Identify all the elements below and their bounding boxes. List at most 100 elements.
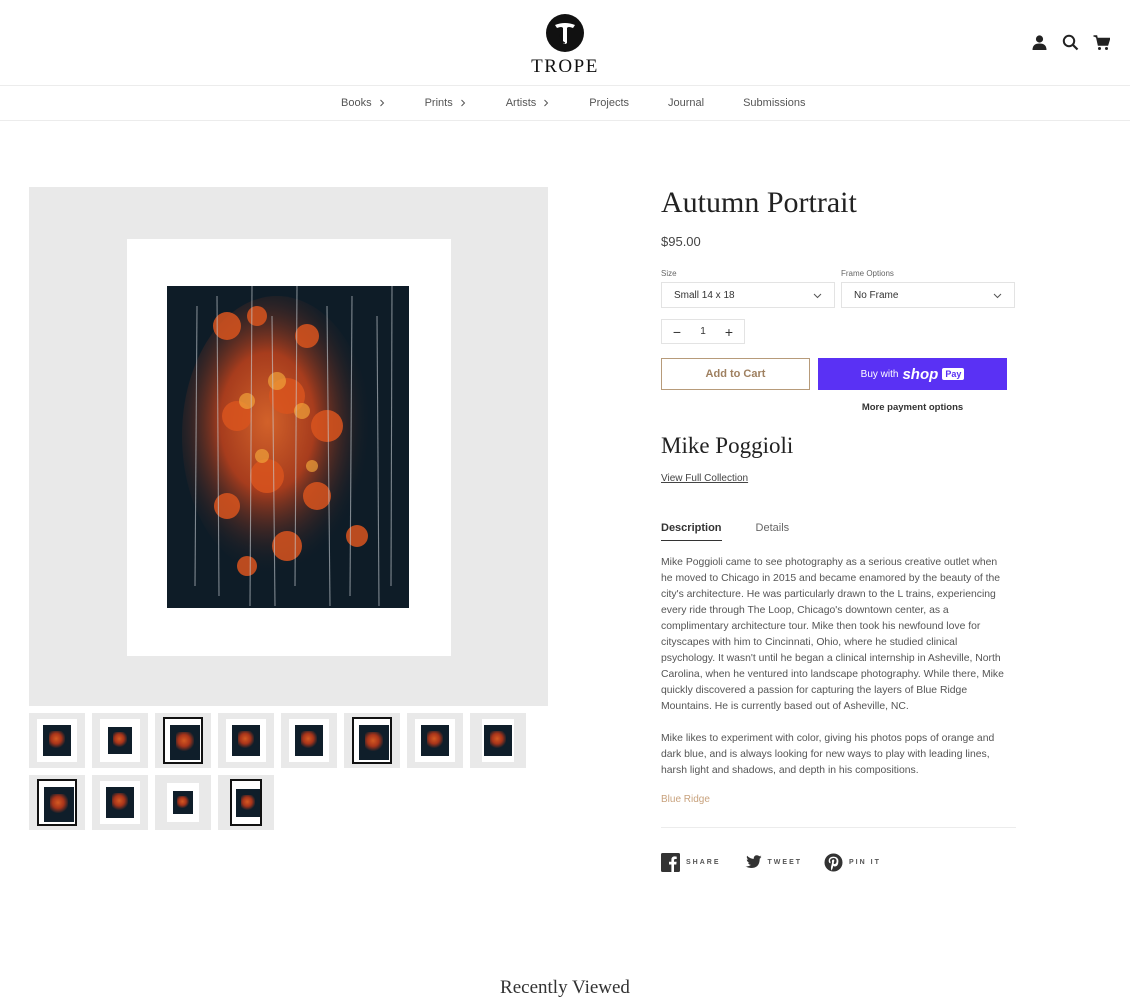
- share-row: SHARE TWEET PIN IT: [661, 853, 1016, 872]
- gallery-thumbnail[interactable]: [92, 775, 148, 830]
- thumbnail-photo: [108, 727, 132, 754]
- main-nav: Books Prints Artists Projects Journal Submiss…: [0, 87, 1130, 121]
- share-facebook-button[interactable]: SHARE: [661, 853, 721, 872]
- thumbnail-photo: [43, 725, 71, 756]
- product-description: Mike Poggioli came to see photography as…: [661, 555, 1006, 779]
- thumbnail-photo: [236, 789, 260, 817]
- thumbnail-photo: [173, 791, 193, 814]
- thumbnail-photo: [170, 725, 200, 760]
- share-pinterest-button[interactable]: PIN IT: [824, 853, 881, 872]
- thumbnail-mat: [352, 717, 392, 764]
- nav-item-journal[interactable]: Journal: [668, 97, 704, 109]
- increase-quantity-button[interactable]: +: [722, 324, 736, 340]
- header-icons: [1031, 34, 1110, 51]
- nav-item-label: Journal: [668, 97, 705, 109]
- size-value: Small 14 x 18: [674, 289, 735, 301]
- chevron-down-icon: [993, 293, 1002, 298]
- thumbnail-mat: [37, 719, 77, 762]
- chevron-right-icon: [544, 99, 549, 107]
- search-icon[interactable]: [1062, 34, 1079, 51]
- frame-value: No Frame: [854, 289, 899, 301]
- quantity-stepper: − 1 +: [661, 319, 745, 344]
- shop-pay-prefix: Buy with: [860, 368, 899, 380]
- gallery-thumbnail[interactable]: [344, 713, 400, 768]
- product-tabs: Description Details: [661, 522, 1016, 541]
- share-label: PIN IT: [849, 859, 881, 866]
- thumbnail-mat: [226, 719, 266, 762]
- thumbnail-photo: [484, 725, 512, 756]
- size-label: Size: [661, 269, 677, 278]
- nav-item-prints[interactable]: Prints: [425, 97, 467, 109]
- recently-viewed-heading: Recently Viewed: [500, 977, 630, 998]
- gallery-thumbnail[interactable]: [155, 775, 211, 830]
- main-product-image[interactable]: [29, 187, 548, 706]
- chevron-right-icon: [460, 99, 465, 107]
- site-logo[interactable]: TROPE: [531, 14, 599, 78]
- gallery-thumbnail[interactable]: [29, 713, 85, 768]
- size-option: Size Small 14 x 18: [661, 269, 835, 308]
- thumbnail-mat: [100, 719, 140, 762]
- logo-text: TROPE: [531, 56, 599, 77]
- facebook-icon: [661, 853, 680, 872]
- share-label: TWEET: [767, 859, 803, 866]
- description-paragraph: Mike Poggioli came to see photography as…: [661, 557, 1004, 712]
- thumbnail-mat: [482, 719, 514, 762]
- twitter-icon: [745, 855, 762, 868]
- gallery-thumbnail[interactable]: [470, 713, 526, 768]
- site-header: TROPE: [0, 0, 1130, 86]
- gallery-thumbnail[interactable]: [29, 775, 85, 830]
- thumbnail-photo: [106, 787, 134, 818]
- share-twitter-button[interactable]: TWEET: [743, 853, 803, 872]
- thumbnail-mat: [163, 717, 203, 764]
- account-icon[interactable]: [1031, 34, 1048, 51]
- nav-item-projects[interactable]: Projects: [589, 97, 629, 109]
- thumbnail-mat: [415, 719, 455, 762]
- nav-item-label: Artists: [505, 97, 537, 109]
- add-to-cart-button[interactable]: Add to Cart: [661, 358, 810, 390]
- tab-description[interactable]: Description: [661, 522, 722, 541]
- nav-item-books[interactable]: Books: [341, 97, 386, 109]
- tab-details[interactable]: Details: [756, 522, 790, 541]
- gallery-thumbnail[interactable]: [407, 713, 463, 768]
- decrease-quantity-button[interactable]: −: [670, 324, 684, 340]
- more-payment-options-link[interactable]: More payment options: [818, 402, 1007, 413]
- share-label: SHARE: [686, 859, 721, 866]
- thumbnail-photo: [359, 725, 389, 760]
- quantity-value[interactable]: 1: [700, 326, 706, 337]
- gallery-thumbnail[interactable]: [155, 713, 211, 768]
- cart-icon[interactable]: [1093, 34, 1110, 51]
- gallery-thumbnail[interactable]: [281, 713, 337, 768]
- gallery-thumbnail[interactable]: [218, 713, 274, 768]
- options-row: Size Small 14 x 18 Frame Options No Fram…: [661, 269, 1016, 308]
- frame-label: Frame Options: [841, 269, 894, 278]
- nav-item-label: Submissions: [743, 97, 806, 109]
- product-tag-link[interactable]: Blue Ridge: [661, 794, 1016, 805]
- shop-pay-brand: shop: [902, 365, 939, 383]
- print-mat: [127, 239, 451, 656]
- nav-item-label: Prints: [424, 97, 453, 109]
- nav-list: Books Prints Artists Projects Journal Submiss…: [341, 97, 805, 109]
- frame-select[interactable]: No Frame: [841, 282, 1015, 308]
- frame-option: Frame Options No Frame: [841, 269, 1015, 308]
- artist-name: Mike Poggioli: [661, 433, 794, 458]
- logo-mark-icon: [546, 14, 584, 52]
- gallery-thumbnail[interactable]: [218, 775, 274, 830]
- chevron-down-icon: [813, 293, 822, 298]
- thumbnail-photo: [44, 787, 74, 822]
- product-title: Autumn Portrait: [661, 186, 857, 219]
- thumbnail-mat: [167, 783, 199, 822]
- view-full-collection-link[interactable]: View Full Collection: [661, 473, 748, 484]
- shop-pay-badge: Pay: [942, 368, 965, 380]
- gallery-thumbnail[interactable]: [92, 713, 148, 768]
- shop-pay-button[interactable]: Buy with shop Pay: [818, 358, 1007, 390]
- product-price: $95.00: [661, 234, 701, 249]
- nav-item-submissions[interactable]: Submissions: [743, 97, 805, 109]
- nav-item-label: Books: [341, 97, 372, 109]
- nav-item-artists[interactable]: Artists: [506, 97, 551, 109]
- buy-row: Add to Cart Buy with shop Pay: [661, 358, 1016, 390]
- pinterest-icon: [824, 853, 843, 872]
- description-paragraph: Mike likes to experiment with color, giv…: [661, 733, 995, 776]
- nav-item-label: Projects: [589, 97, 630, 109]
- chevron-right-icon: [379, 99, 384, 107]
- size-select[interactable]: Small 14 x 18: [661, 282, 835, 308]
